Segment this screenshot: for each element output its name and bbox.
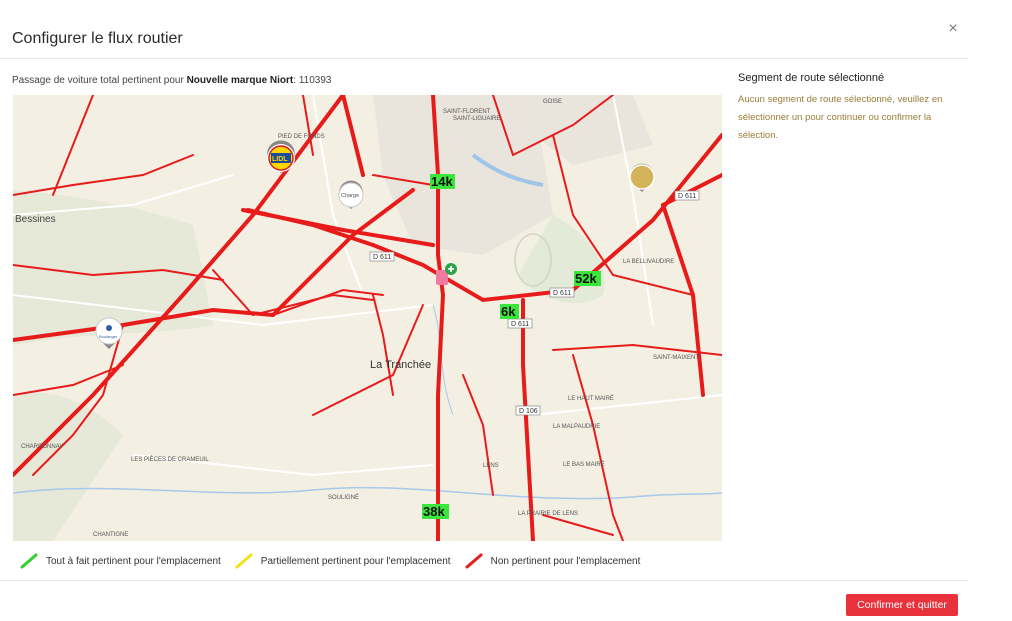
green-line-icon <box>20 553 38 569</box>
summary-total: 110393 <box>298 75 332 86</box>
place-label: LA PRAIRIE DE LENS <box>518 511 578 517</box>
place-label: PIED DE FONDS <box>278 134 325 140</box>
red-line-icon <box>465 553 483 569</box>
confirm-and-quit-button[interactable]: Confirmer et quitter <box>846 594 958 616</box>
yellow-line-icon <box>235 553 253 569</box>
place-label: La Tranchée <box>370 359 431 371</box>
charge-logo-text: Charge <box>341 193 359 199</box>
traffic-label-38k: 38k <box>423 504 445 519</box>
place-label: SOULIGNÉ <box>328 494 359 501</box>
place-label: LE BAS MAIRÉ <box>563 461 605 468</box>
road-code: D 611 <box>373 254 391 261</box>
legend-item-relevant: Tout à fait pertinent pour l'emplacement <box>20 553 221 569</box>
legend-item-partial: Partiellement pertinent pour l'emplaceme… <box>235 553 451 569</box>
place-label: SAINT-LIGUAIRE <box>453 116 500 122</box>
dialog-title: Configurer le flux routier <box>12 30 183 47</box>
boulanger-logo-text: Boulanger <box>99 334 118 339</box>
road-code: D 611 <box>553 290 571 297</box>
total-traffic-summary: Passage de voiture total pertinent pour … <box>12 75 331 86</box>
summary-brand: Nouvelle marque Niort <box>186 75 294 86</box>
traffic-label-52k: 52k <box>575 271 597 286</box>
place-label: SAINT-MAIXENT <box>653 355 699 361</box>
place-label: LA BELLIVAUDIRE <box>623 259 674 265</box>
traffic-label-6k: 6k <box>501 304 516 319</box>
place-label: LES PIÈCES DE CRAMEUIL <box>131 456 209 463</box>
place-label: CHANTIGNE <box>93 532 128 538</box>
close-icon[interactable]: × <box>946 21 960 37</box>
place-label: LA MALPAUDRIE <box>553 424 600 430</box>
panel-message: Aucun segment de route sélectionné, veui… <box>738 94 943 141</box>
legend-label: Partiellement pertinent pour l'emplaceme… <box>260 555 451 567</box>
dialog-header: Configurer le flux routier × <box>0 0 968 59</box>
legend-item-irrelevant: Non pertinent pour l'emplacement <box>465 553 641 569</box>
legend-label: Tout à fait pertinent pour l'emplacement <box>46 555 221 567</box>
map-legend: Tout à fait pertinent pour l'emplacement… <box>20 552 654 570</box>
summary-prefix: Passage de voiture total pertinent pour <box>12 75 184 86</box>
footer-divider <box>0 580 968 581</box>
place-label: LE HAUT MAIRÉ <box>568 395 614 402</box>
traffic-label-14k: 14k <box>431 174 453 189</box>
traffic-map[interactable]: D 611 D 611 D 611 D 106 D 611 La Tranché… <box>13 95 722 541</box>
place-label: CHARCONNAY <box>21 444 63 450</box>
summary-separator: : <box>293 75 297 86</box>
road-code: D 106 <box>519 408 538 415</box>
place-label: LENS <box>483 463 499 469</box>
panel-title: Segment de route sélectionné <box>738 72 885 84</box>
selected-segment-panel: Segment de route sélectionné Aucun segme… <box>738 72 960 145</box>
place-label: GOISE <box>543 99 562 105</box>
legend-label: Non pertinent pour l'emplacement <box>490 555 641 567</box>
place-label: SAINT-FLORENT <box>443 109 491 115</box>
road-code: D 611 <box>678 193 696 200</box>
road-code: D 611 <box>511 321 529 328</box>
place-label: Bessines <box>15 214 56 225</box>
lidl-logo-text: LIDL <box>272 156 288 163</box>
